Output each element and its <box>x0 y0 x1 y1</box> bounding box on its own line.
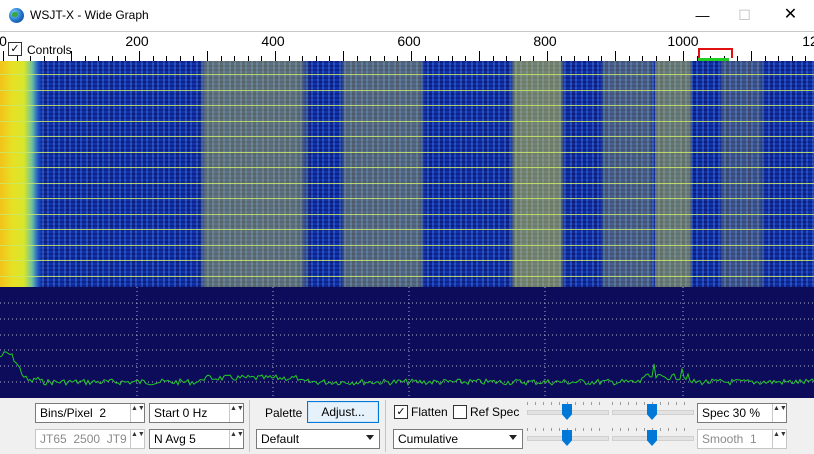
waterfall-time-line <box>0 198 814 199</box>
waterfall-time-line <box>0 121 814 122</box>
mode-indicator-value: JT65 2500 JT9 <box>40 432 127 446</box>
waterfall-time-line <box>0 90 814 91</box>
slider-thumb[interactable] <box>562 404 572 420</box>
spectrum-gain-slider[interactable] <box>527 428 609 448</box>
freq-label-0: 0 <box>0 33 7 49</box>
maximize-button[interactable]: ☐ <box>722 0 767 31</box>
gain-slider[interactable] <box>527 402 609 422</box>
bins-per-pixel-value: Bins/Pixel 2 <box>40 406 107 420</box>
spin-arrows-icon[interactable]: ▲▼ <box>229 404 244 422</box>
n-avg-spinbox[interactable]: N Avg 5 ▲▼ <box>149 429 244 449</box>
separator <box>249 400 250 452</box>
adjust-button[interactable]: Adjust... <box>307 401 379 423</box>
waterfall-time-line <box>0 167 814 168</box>
slider-thumb[interactable] <box>562 430 572 446</box>
palette-select-value: Default <box>261 432 300 446</box>
controls-label: Controls <box>27 43 72 57</box>
spin-arrows-icon[interactable]: ▲▼ <box>772 404 787 422</box>
freq-label-800: 800 <box>533 33 557 49</box>
waterfall-time-line <box>0 136 814 137</box>
title-bar: WSJT-X - Wide Graph — ☐ ✕ <box>0 0 814 31</box>
spec-percent-spinbox[interactable]: Spec 30 % ▲▼ <box>697 403 787 423</box>
waterfall-time-line <box>0 183 814 184</box>
waterfall-time-line <box>0 214 814 215</box>
app-globe-icon <box>9 8 24 23</box>
spin-arrows-icon: ▲▼ <box>130 430 145 448</box>
palette-label: Palette <box>265 406 303 420</box>
freq-label-600: 600 <box>397 33 421 49</box>
spectrum-zero-slider[interactable] <box>612 428 694 448</box>
spectrum-type-select[interactable]: Cumulative <box>393 429 523 449</box>
smooth-spinbox: Smooth 1 ▲▼ <box>697 429 787 449</box>
spin-arrows-icon[interactable]: ▲▼ <box>130 404 145 422</box>
frequency-scale[interactable]: ✓ Controls 0 200 400 600 800 1000 12 <box>0 31 814 62</box>
spec-percent-value: Spec 30 % <box>702 406 761 420</box>
waterfall-time-line <box>0 74 814 75</box>
flatten-label: Flatten <box>411 405 448 419</box>
minimize-button[interactable]: — <box>680 0 725 31</box>
start-frequency-spinbox[interactable]: Start 0 Hz ▲▼ <box>149 403 244 423</box>
slider-thumb[interactable] <box>647 430 657 446</box>
spectrum-type-value: Cumulative <box>398 432 459 446</box>
freq-label-400: 400 <box>261 33 285 49</box>
chevron-down-icon <box>366 435 374 440</box>
controls-checkbox[interactable]: ✓ <box>8 42 22 56</box>
bins-per-pixel-spinbox[interactable]: Bins/Pixel 2 ▲▼ <box>35 403 145 423</box>
spectrum-trace <box>0 351 814 387</box>
slider-thumb[interactable] <box>647 404 657 420</box>
freq-label-1200: 12 <box>802 33 814 49</box>
freq-label-1000: 1000 <box>667 33 699 49</box>
n-avg-value: N Avg 5 <box>154 432 196 446</box>
start-frequency-value: Start 0 Hz <box>154 406 208 420</box>
control-panel: Bins/Pixel 2 ▲▼ Start 0 Hz ▲▼ JT65 2500 … <box>0 398 814 454</box>
waterfall-time-line <box>0 260 814 261</box>
waterfall-time-line <box>0 276 814 277</box>
flatten-checkbox[interactable]: ✓ <box>394 405 408 419</box>
mode-indicator-spinbox: JT65 2500 JT9 ▲▼ <box>35 429 145 449</box>
ref-spec-checkbox[interactable] <box>453 405 467 419</box>
smooth-value: Smooth 1 <box>702 432 757 446</box>
separator <box>385 400 386 452</box>
spectrum-plot <box>0 287 814 398</box>
spin-arrows-icon[interactable]: ▲▼ <box>229 430 244 448</box>
close-button[interactable]: ✕ <box>768 0 813 31</box>
ref-spec-label: Ref Spec <box>470 405 520 419</box>
palette-select[interactable]: Default <box>256 429 380 449</box>
spin-arrows-icon: ▲▼ <box>772 430 787 448</box>
window-title: WSJT-X - Wide Graph <box>30 8 149 22</box>
waterfall-time-line <box>0 105 814 106</box>
rx-frequency-marker[interactable] <box>698 48 733 58</box>
waterfall-display[interactable] <box>0 61 814 287</box>
waterfall-time-line <box>0 229 814 230</box>
zero-slider[interactable] <box>612 402 694 422</box>
chevron-down-icon <box>509 435 517 440</box>
waterfall-time-line <box>0 152 814 153</box>
spectrum-display[interactable] <box>0 287 814 398</box>
waterfall-time-line <box>0 245 814 246</box>
freq-label-200: 200 <box>125 33 149 49</box>
